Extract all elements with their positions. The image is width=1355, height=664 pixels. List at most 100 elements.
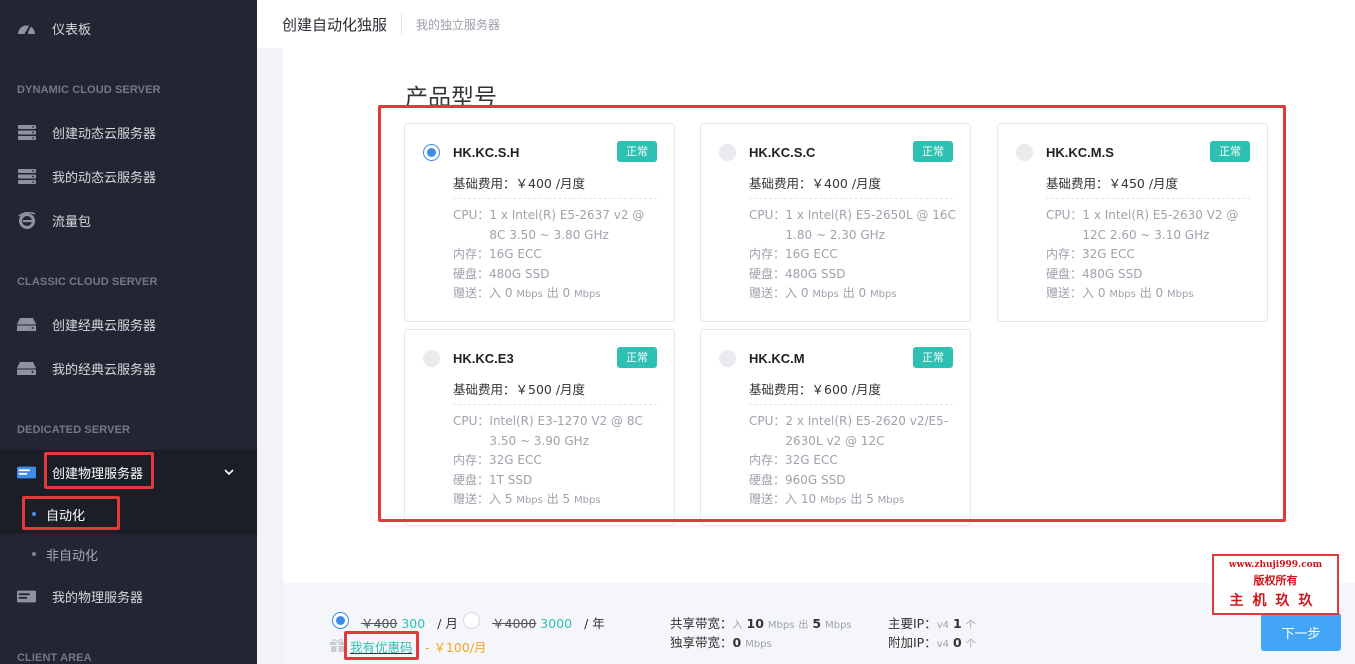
bw-unit: Mbps [1167,289,1194,300]
yearly-unit: / 年 [584,616,605,631]
spec-label-gift: 赠送： [1046,286,1083,300]
product-radio[interactable] [719,350,736,367]
sidebar-item-dashboard[interactable]: 仪表板 [0,6,257,50]
status-badge: 正常 [617,347,657,368]
main-ip: 主要IP：v4 1 个 [888,613,976,632]
spec-label-mem: 内存： [749,247,786,261]
spec-bandwidth: 入 0 Mbps 出 0 Mbps [1082,284,1194,305]
server-stack-icon [17,124,36,140]
product-radio[interactable] [1016,144,1033,161]
billing-yearly-radio[interactable] [463,612,480,629]
watermark-url: www.zhuji999.com [1228,560,1323,570]
bw-out-label: 出 [546,492,559,506]
bw-unit: Mbps [1109,289,1136,300]
scrollbar[interactable] [1343,48,1355,583]
breadcrumb[interactable]: 我的独立服务器 [416,16,500,33]
sidebar: 仪表板 DYNAMIC CLOUD SERVER 创建动态云服务器 我的动态云服… [0,0,257,664]
sidebar-item-my-dedicated[interactable]: 我的物理服务器 [0,574,257,618]
spec-mem: 16G ECC [489,247,542,261]
watermark-brand: 主机玖玖 [1229,593,1322,609]
coupon-discount: - ￥100/月 [425,640,487,655]
product-card[interactable]: HK.KC.M.S 正常 基础费用：￥450 /月度 CPU： 1 x Intel(R)… [997,123,1268,322]
divider [749,404,953,405]
sidebar-item-create-classic[interactable]: 创建经典云服务器 [0,302,257,346]
spec-disk: 480G SSD [489,266,550,281]
monthly-new-price: 300 [401,616,426,631]
divider [749,198,953,199]
divider [1046,198,1250,199]
next-step-button[interactable]: 下一步 [1261,613,1341,651]
spec-bandwidth: 入 5 Mbps 出 5 Mbps [489,490,601,511]
spec-label-gift: 赠送： [453,492,490,506]
bw-unit: Mbps [812,289,839,300]
sidebar-subitem-auto[interactable]: 自动化 [0,494,257,534]
bw-out-value: 5 [866,492,874,506]
extra-ip: 附加IP：v4 0 个 [888,632,976,651]
sidebar-item-traffic[interactable]: 流量包 [0,198,257,242]
product-specs: CPU： 1 x Intel(R) E5-2637 v2 @ 8C 3.50 ~ … [453,206,660,305]
coupon-link[interactable]: 我有优惠码 [350,637,413,656]
shared-out-value: 5 [812,616,822,631]
product-base-fee: 基础费用：￥400 /月度 [453,176,586,191]
section-dynamic-cloud: DYNAMIC CLOUD SERVER [17,84,161,96]
sidebar-item-my-dynamic[interactable]: 我的动态云服务器 [0,154,257,198]
spec-label-disk: 硬盘： [453,472,490,487]
bw-in-value: 0 [1097,286,1106,300]
sidebar-item-create-dynamic[interactable]: 创建动态云服务器 [0,110,257,154]
bw-out-label: 出 [850,492,863,506]
product-card[interactable]: HK.KC.E3 正常 基础费用：￥500 /月度 CPU： Intel(R) E3-1… [404,329,675,526]
product-radio[interactable] [719,144,736,161]
spec-cpu: Intel(R) E3-1270 V2 @ 8C 3.50 ~ 3.90 GHz [489,414,643,448]
spec-mem: 32G ECC [489,453,542,467]
shared-mbps-unit: Mbps [825,620,852,631]
spec-label-disk: 硬盘： [453,266,490,281]
server-card-icon [17,465,36,480]
sidebar-item-my-classic[interactable]: 我的经典云服务器 [0,346,257,390]
status-badge: 正常 [617,141,657,162]
bw-in-value: 0 [800,286,809,300]
product-radio[interactable] [423,350,440,367]
product-base-fee: 基础费用：￥600 /月度 [749,382,882,397]
dashboard-icon [17,21,36,36]
bw-out-value: 5 [562,492,571,506]
product-name: HK.KC.M.S [1046,145,1114,160]
shared-in-value: 10 [746,616,764,631]
sidebar-subitem-manual[interactable]: 非自动化 [0,534,257,574]
extra-ip-proto: v4 [936,639,950,650]
ie-icon [17,211,36,229]
sidebar-item-label: 我的物理服务器 [52,590,144,606]
main-ip-proto: v4 [936,620,950,631]
bw-in-label: 入 [489,286,502,300]
bw-in-label: 入 [785,492,798,506]
spec-label-mem: 内存： [1046,247,1083,261]
product-card[interactable]: HK.KC.M 正常 基础费用：￥600 /月度 CPU： 2 x Intel(R) E… [700,329,971,526]
sidebar-item-label: 流量包 [52,214,92,230]
spec-label-mem: 内存： [453,453,490,467]
product-card[interactable]: HK.KC.S.C 正常 基础费用：￥400 /月度 CPU： 1 x Intel(R)… [700,123,971,322]
monthly-old-price: ￥400 [361,616,398,631]
status-badge: 正常 [913,141,953,162]
product-card[interactable]: HK.KC.S.H 正常 基础费用：￥400 /月度 CPU： 1 x Intel(R)… [404,123,675,322]
sidebar-item-label: 创建物理服务器 [52,466,144,482]
bw-out-label: 出 [1139,286,1152,300]
spec-mem: 32G ECC [1082,247,1135,261]
section-dedicated: DEDICATED SERVER [17,424,131,436]
product-specs: CPU： 1 x Intel(R) E5-2650L @ 16C 1.80 ~ 2… [749,206,956,305]
spec-bandwidth: 入 0 Mbps 出 0 Mbps [489,284,601,305]
sidebar-item-create-dedicated[interactable]: 创建物理服务器 [0,450,257,494]
billing-monthly-radio[interactable] [332,612,349,629]
yearly-old-price: ￥4000 [492,616,537,631]
bw-in-value: 5 [504,492,513,506]
extra-ip-label: 附加IP： [888,635,937,650]
shared-in-label: 入 [732,620,743,631]
server-stack-icon [17,168,36,184]
section-classic-cloud: CLASSIC CLOUD SERVER [17,276,158,288]
product-base-fee: 基础费用：￥400 /月度 [749,176,882,191]
spec-label-mem: 内存： [749,453,786,467]
spec-label-cpu: CPU： [453,414,490,428]
product-name: HK.KC.E3 [453,351,514,366]
divider [453,404,657,405]
bw-in-value: 0 [504,286,513,300]
watermark-stamp: www.zhuji999.com 版权所有 主机玖玖 [1212,554,1339,615]
product-radio[interactable] [423,144,440,161]
